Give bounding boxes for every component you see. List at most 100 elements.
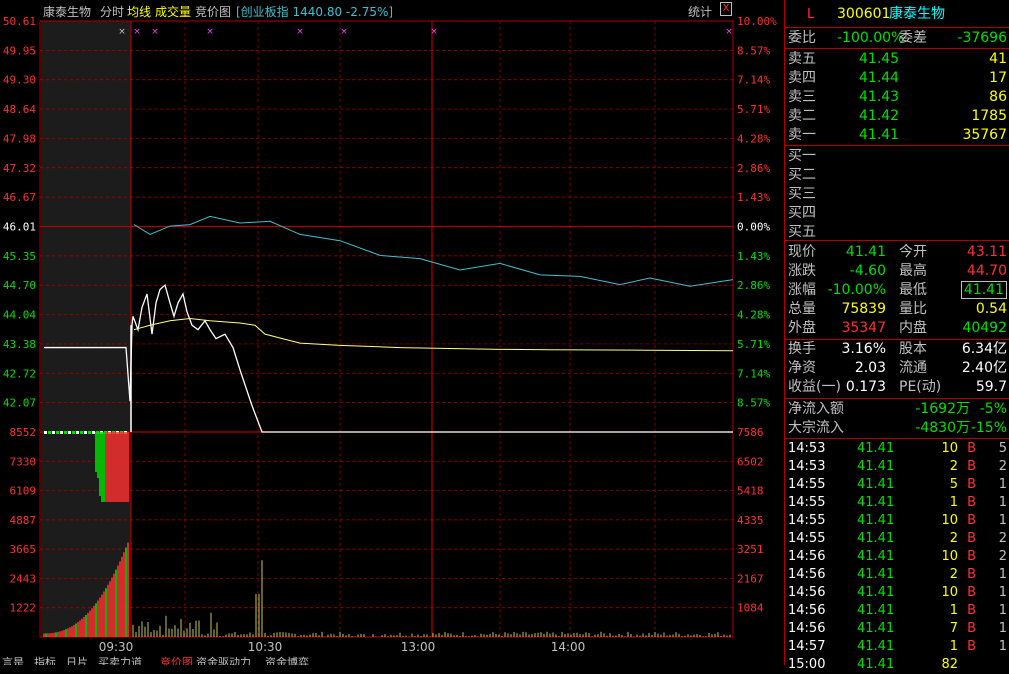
trade-price: 41.41 xyxy=(857,567,895,582)
bottom-tab[interactable]: 资金驱动力 xyxy=(196,654,251,665)
trade-volume: 1 xyxy=(949,603,958,618)
trade-time: 14:55 xyxy=(788,531,826,546)
event-marker: × xyxy=(430,27,438,37)
close-icon[interactable]: X xyxy=(720,2,732,16)
quote-label: 最低 xyxy=(899,282,927,298)
trade-time: 14:53 xyxy=(788,459,826,474)
fund-flow-label: 净流入额 xyxy=(788,401,844,417)
time-axis-label: 14:00 xyxy=(551,640,586,654)
volume-axis-label: 3665 xyxy=(10,543,37,556)
trade-count: 1 xyxy=(998,621,1007,636)
auction-dot xyxy=(56,431,59,434)
trade-row: 14:56 41.41 1 B 1 xyxy=(785,602,1009,620)
trade-side: B xyxy=(967,567,976,582)
fundamentals-value: 2.03 xyxy=(854,360,886,376)
auction-dot xyxy=(64,431,67,434)
bottom-tab[interactable]: 买卖力道 xyxy=(98,654,142,665)
pct-axis-label: 2.86% xyxy=(737,162,770,175)
volume-axis-right-label: 3251 xyxy=(737,543,764,556)
bid-row: 买二 xyxy=(785,166,1009,185)
quote-value: -4.60 xyxy=(849,263,886,279)
bottom-tab[interactable]: 资金博弈 xyxy=(265,654,309,665)
auction-dot xyxy=(80,431,83,434)
intraday-chart[interactable]: 50.61 49.95 49.30 48.64 47.98 47.32 46.67 46.01… xyxy=(0,0,784,665)
auction-dot xyxy=(76,431,79,434)
auction-dot xyxy=(44,431,47,434)
flag-label: L xyxy=(807,7,815,22)
quote-value: 40492 xyxy=(962,320,1007,336)
pct-axis-label: 5.71% xyxy=(737,103,770,116)
trade-volume: 10 xyxy=(941,549,958,564)
pct-axis-label: 2.86% xyxy=(737,279,770,292)
volume-axis-label: 4887 xyxy=(10,514,37,527)
bid-row: 买四 xyxy=(785,204,1009,223)
ask-price: 41.45 xyxy=(859,51,900,67)
trade-volume: 2 xyxy=(949,459,958,474)
trade-volume: 5 xyxy=(949,477,958,492)
trade-side: B xyxy=(967,639,976,654)
pct-axis-label: 1.43% xyxy=(737,250,770,263)
quote-label: 涨幅 xyxy=(788,282,816,298)
bottom-tab[interactable]: 竞价图 xyxy=(160,654,193,665)
chart-canvas[interactable]: 50.6149.9549.3048.6447.9847.3246.6746.01… xyxy=(0,0,784,665)
volume-axis-label: 1222 xyxy=(10,602,37,615)
trade-time: 14:56 xyxy=(788,549,826,564)
quote-panel: L 300601 康泰生物 委比 -100.00% 委差 -37696 卖五 41… xyxy=(784,0,1009,672)
tab-auction-chart[interactable]: 竞价图 xyxy=(195,3,231,20)
trade-count: 1 xyxy=(998,495,1007,510)
volume-axis-label: 2443 xyxy=(10,572,37,585)
event-marker: × xyxy=(133,27,141,37)
time-axis-label: 10:30 xyxy=(248,640,283,654)
trade-price: 41.41 xyxy=(857,495,895,510)
stats-button[interactable]: 统计 xyxy=(688,3,712,20)
ask-price: 41.41 xyxy=(859,127,900,143)
weibi-value: -100.00% xyxy=(837,30,905,46)
tab-avg-line[interactable]: 均线 xyxy=(127,3,151,20)
bottom-tab[interactable]: 言是 xyxy=(2,654,24,665)
weicha-label: 委差 xyxy=(899,30,927,46)
weibi-label: 委比 xyxy=(788,30,816,46)
quote-value: 41.41 xyxy=(845,244,886,260)
bid-label: 买二 xyxy=(788,167,816,183)
trade-count: 1 xyxy=(998,639,1007,654)
quote-value: 43.11 xyxy=(966,244,1007,260)
ask-row: 卖三 41.43 86 xyxy=(785,88,1009,107)
tab-timeshare[interactable]: 分时 xyxy=(100,3,124,20)
ask-label: 卖四 xyxy=(788,70,816,86)
quote-label: 涨跌 xyxy=(788,263,816,279)
trade-count: 1 xyxy=(998,477,1007,492)
pct-axis-label: 7.14% xyxy=(737,367,770,380)
bottom-tab[interactable]: 指标 xyxy=(34,654,56,665)
quote-row: 外盘 35347 内盘 40492 xyxy=(785,319,1009,338)
trade-time: 14:55 xyxy=(788,477,826,492)
volume-axis-label: 8552 xyxy=(10,426,37,439)
fundamentals-label: 股本 xyxy=(899,341,927,357)
auction-dot xyxy=(72,431,75,434)
fundamentals-label: 流通 xyxy=(899,360,927,376)
trade-time: 15:00 xyxy=(788,657,826,672)
trade-row: 14:56 41.41 7 B 1 xyxy=(785,620,1009,638)
fundamentals-label: 换手 xyxy=(788,341,816,357)
pct-axis-label: 0.00% xyxy=(737,221,770,234)
auction-dot xyxy=(68,431,71,434)
trade-count: 1 xyxy=(998,585,1007,600)
trade-price: 41.41 xyxy=(857,531,895,546)
bottom-tab[interactable]: 日片 xyxy=(66,654,88,665)
volume-axis-label: 7330 xyxy=(10,455,37,468)
auction-dot xyxy=(52,431,55,434)
trade-side: B xyxy=(967,621,976,636)
price-axis-label: 44.04 xyxy=(3,309,36,322)
chart-toolbar: 康泰生物 分时 均线 成交量 竞价图 [创业板指 1440.80 -2.75%]… xyxy=(0,1,784,19)
price-line xyxy=(44,283,733,433)
trade-side: B xyxy=(967,459,976,474)
tab-volume[interactable]: 成交量 xyxy=(155,3,191,20)
trade-price: 41.41 xyxy=(857,603,895,618)
quote-value: 0.54 xyxy=(975,301,1007,317)
event-marker: × xyxy=(340,27,348,37)
trade-count: 2 xyxy=(998,549,1007,564)
trade-side: B xyxy=(967,549,976,564)
trade-price: 41.41 xyxy=(857,621,895,636)
quote-value: 75839 xyxy=(841,301,886,317)
price-axis-label: 49.30 xyxy=(3,74,36,87)
fund-flow-label: 大宗流入 xyxy=(788,420,844,436)
